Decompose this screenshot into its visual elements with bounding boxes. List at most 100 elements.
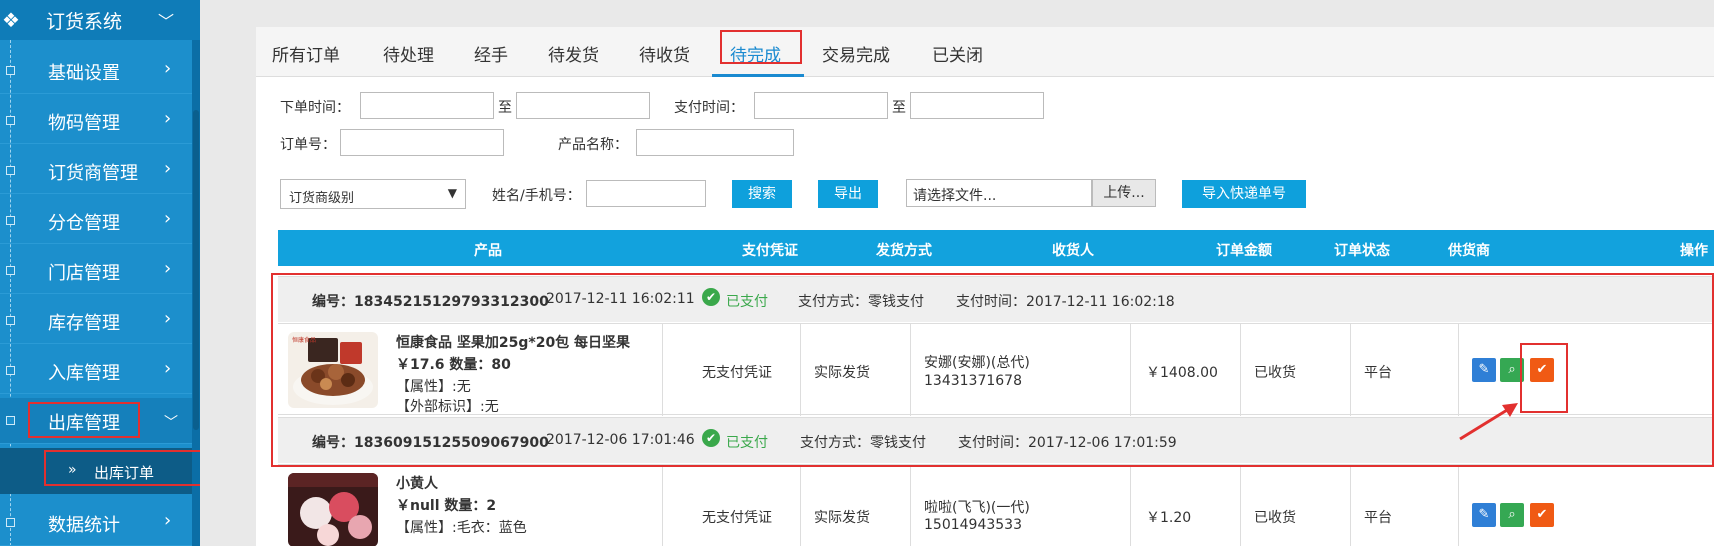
sidebar-item-statistics[interactable]: 数据统计 › xyxy=(0,500,192,546)
tree-node-icon xyxy=(6,416,15,425)
sidebar-item-label: 基础设置 xyxy=(48,63,120,84)
divider xyxy=(1240,465,1241,546)
col-ship-method: 发货方式 xyxy=(876,243,932,259)
supplier: 平台 xyxy=(1364,510,1392,526)
divider xyxy=(662,465,663,546)
file-input[interactable]: 请选择文件... xyxy=(906,179,1092,207)
tab-handled[interactable]: 经手 xyxy=(474,41,508,66)
chevron-down-icon: ﹀ xyxy=(158,12,175,31)
order-status-tabs: 所有订单 待处理 经手 待发货 待收货 待完成 交易完成 已关闭 xyxy=(256,27,1714,77)
divider xyxy=(910,465,911,546)
export-button[interactable]: 导出 xyxy=(818,180,878,208)
col-product: 产品 xyxy=(474,243,502,259)
order-time-label: 下单时间： xyxy=(280,100,350,116)
annotation-box-outbound-orders xyxy=(44,450,200,486)
sidebar-item-label: 订货商管理 xyxy=(48,163,138,184)
tree-node-icon xyxy=(6,266,15,275)
col-amount: 订单金额 xyxy=(1216,243,1272,259)
chevron-right-icon: › xyxy=(164,158,172,179)
caret-down-icon: ▼ xyxy=(447,186,457,200)
tree-node-icon xyxy=(6,216,15,225)
annotation-box-complete-button xyxy=(1520,343,1568,413)
sidebar-item-code-management[interactable]: 物码管理 › xyxy=(0,98,192,144)
receiver-name: 啦啦(飞飞)(一代) xyxy=(924,500,1030,516)
sidebar-item-basic-settings[interactable]: 基础设置 › xyxy=(0,48,192,94)
tree-node-icon xyxy=(6,166,15,175)
pay-proof: 无支付凭证 xyxy=(702,510,772,526)
scrollbar-thumb[interactable] xyxy=(193,110,199,430)
chevron-right-icon: › xyxy=(164,58,172,79)
system-title: 订货系统 xyxy=(46,11,123,33)
order-no-input[interactable] xyxy=(340,129,504,156)
tab-all-orders[interactable]: 所有订单 xyxy=(272,41,340,66)
sidebar-item-label: 物码管理 xyxy=(48,113,120,134)
edit-icon[interactable]: ✎ xyxy=(1472,503,1496,527)
col-ops: 操作 xyxy=(1680,243,1708,259)
product-name-input[interactable] xyxy=(636,129,794,156)
sidebar-item-warehouse-management[interactable]: 分仓管理 › xyxy=(0,198,192,244)
ship-method: 实际发货 xyxy=(814,510,870,526)
pay-time-end-input[interactable] xyxy=(910,92,1044,119)
tree-node-icon xyxy=(6,518,15,527)
tree-node-icon xyxy=(6,66,15,75)
chevron-right-icon: › xyxy=(164,358,172,379)
pay-time-to: 至 xyxy=(892,100,906,116)
order-status: 已收货 xyxy=(1254,510,1296,526)
col-status: 订单状态 xyxy=(1334,243,1390,259)
sidebar-item-label: 库存管理 xyxy=(48,313,120,334)
name-phone-input[interactable] xyxy=(586,180,706,207)
sidebar-item-store-management[interactable]: 门店管理 › xyxy=(0,248,192,294)
sidebar-item-label: 入库管理 xyxy=(48,363,120,384)
tab-to-receive[interactable]: 待收货 xyxy=(639,41,690,66)
product-name[interactable]: 小黄人 xyxy=(396,473,438,493)
annotation-box-tab xyxy=(720,30,802,64)
tab-pending[interactable]: 待处理 xyxy=(383,41,434,66)
sidebar-item-dealer-management[interactable]: 订货商管理 › xyxy=(0,148,192,194)
tab-to-ship[interactable]: 待发货 xyxy=(548,41,599,66)
view-detail-icon[interactable]: ⌕ xyxy=(1500,503,1524,527)
complete-check-icon[interactable]: ✔ xyxy=(1530,503,1554,527)
chevron-right-icon: › xyxy=(164,108,172,129)
col-supplier: 供货商 xyxy=(1448,243,1490,259)
order-time-start-input[interactable] xyxy=(360,92,494,119)
annotation-box-outbound-management xyxy=(28,402,140,438)
chevron-down-icon: ﹀ xyxy=(164,415,178,431)
upload-button[interactable]: 上传... xyxy=(1092,179,1156,207)
file-placeholder: 请选择文件... xyxy=(913,188,997,204)
chevron-right-icon: › xyxy=(164,308,172,329)
col-receiver: 收货人 xyxy=(1052,243,1094,259)
order-time-end-input[interactable] xyxy=(516,92,650,119)
order-row: 小黄人 ￥null 数量：2 【属性】:毛衣：蓝色 无支付凭证 实际发货 啦啦(… xyxy=(278,464,1714,546)
sidebar-item-inventory-management[interactable]: 库存管理 › xyxy=(0,298,192,344)
order-time-to: 至 xyxy=(498,100,512,116)
tree-node-icon xyxy=(6,316,15,325)
tree-node-icon xyxy=(6,366,15,375)
main-panel: 所有订单 待处理 经手 待发货 待收货 待完成 交易完成 已关闭 下单时间： 至… xyxy=(256,27,1714,546)
divider xyxy=(1350,465,1351,546)
tab-closed[interactable]: 已关闭 xyxy=(932,41,983,66)
sidebar: ❖ 订货系统 ﹀ 基础设置 › 物码管理 › 订货商管理 › 分仓管理 › 门店… xyxy=(0,0,200,546)
dealer-level-select[interactable]: 订货商级别 ▼ xyxy=(280,179,466,209)
order-amount: ￥1.20 xyxy=(1146,510,1192,526)
tab-completed[interactable]: 交易完成 xyxy=(822,41,890,66)
sidebar-item-label: 门店管理 xyxy=(48,263,120,284)
active-tab-indicator xyxy=(712,74,804,77)
product-attr: 【属性】:毛衣：蓝色 xyxy=(396,520,527,536)
import-tracking-button[interactable]: 导入快递单号 xyxy=(1182,180,1306,208)
divider xyxy=(1458,465,1459,546)
tree-node-icon xyxy=(6,116,15,125)
cubes-icon: ❖ xyxy=(2,8,20,32)
pay-time-start-input[interactable] xyxy=(754,92,888,119)
chevron-right-icon: › xyxy=(164,258,172,279)
sidebar-item-inbound-management[interactable]: 入库管理 › xyxy=(0,348,192,394)
pay-time-label: 支付时间： xyxy=(674,100,744,116)
product-price-qty: ￥null 数量：2 xyxy=(396,498,497,514)
search-button[interactable]: 搜索 xyxy=(732,180,792,208)
system-header[interactable]: ❖ 订货系统 ﹀ xyxy=(0,0,200,40)
sidebar-item-label: 数据统计 xyxy=(48,515,120,536)
chevron-right-icon: › xyxy=(164,208,172,229)
select-value: 订货商级别 xyxy=(289,191,355,206)
order-no-label: 订单号： xyxy=(280,137,336,153)
name-phone-label: 姓名/手机号： xyxy=(492,188,581,204)
chevron-right-icon: › xyxy=(164,510,172,531)
